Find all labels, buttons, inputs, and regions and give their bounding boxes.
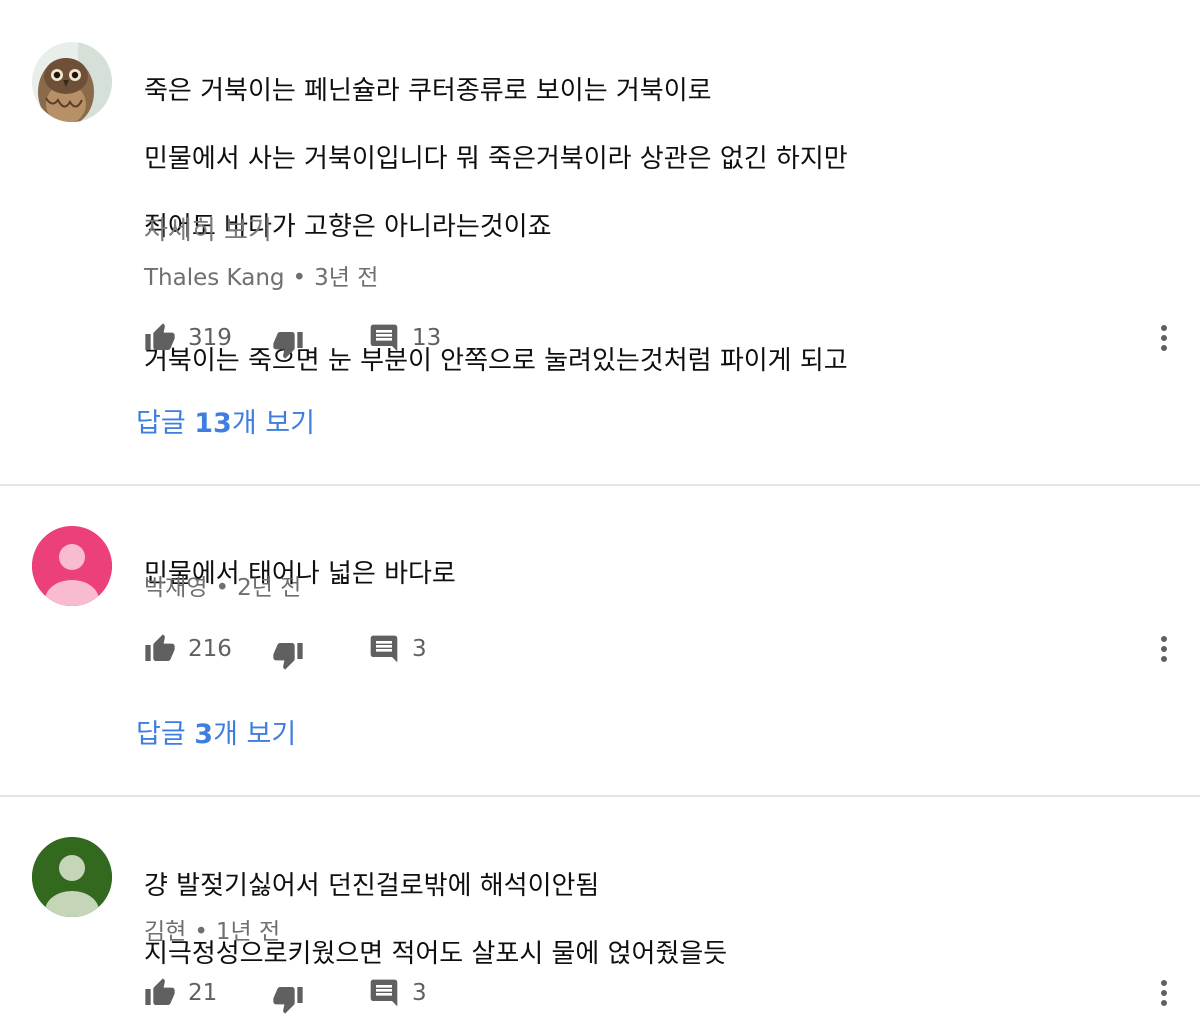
- more-actions-button[interactable]: [1144, 973, 1184, 1013]
- thumbs-down-icon: [273, 987, 303, 1014]
- owl-photo-icon: [32, 42, 112, 122]
- comment-divider: [0, 795, 1200, 797]
- meta-separator: •: [215, 575, 230, 601]
- reply-button[interactable]: 3: [368, 629, 427, 669]
- comment-icon: [370, 324, 398, 352]
- comment-text-line: 죽은 거북이는 페닌슐라 쿠터종류로 보이는 거북이로: [144, 76, 712, 106]
- comment-divider: [0, 484, 1200, 486]
- comment-meta: 김현 • 1년 전: [144, 917, 280, 947]
- comment-icon: [370, 979, 398, 1007]
- author-avatar[interactable]: [32, 837, 112, 917]
- more-actions-button[interactable]: [1144, 629, 1184, 669]
- view-replies-suffix: 개 보기: [213, 719, 297, 750]
- thumbs-up-icon: [145, 634, 175, 661]
- view-replies-prefix: 답글: [136, 408, 195, 439]
- meta-separator: •: [194, 919, 208, 945]
- comment-time[interactable]: 1년 전: [216, 919, 280, 945]
- comment-time[interactable]: 3년 전: [314, 265, 378, 291]
- more-vert-icon: [1161, 325, 1167, 351]
- author-name[interactable]: 박재영: [144, 575, 207, 601]
- like-button[interactable]: 216: [144, 629, 232, 669]
- reply-count: 3: [412, 636, 427, 662]
- read-more-link[interactable]: 자세히 보기: [144, 214, 272, 248]
- like-button[interactable]: 319: [144, 318, 232, 358]
- default-person-avatar-icon: [32, 526, 112, 606]
- view-replies-suffix: 개 보기: [231, 408, 315, 439]
- view-replies-prefix: 답글: [136, 719, 195, 750]
- comment-actions: 319 13: [144, 318, 1184, 359]
- thumbs-up-icon: [145, 978, 175, 1005]
- view-replies-link[interactable]: 답글 3개 보기: [136, 717, 296, 753]
- meta-separator: •: [292, 265, 307, 291]
- more-actions-button[interactable]: [1144, 318, 1184, 358]
- like-button[interactable]: 21: [144, 973, 217, 1013]
- dislike-button[interactable]: [272, 635, 304, 675]
- reply-button[interactable]: 13: [368, 318, 441, 358]
- like-count: 21: [188, 980, 218, 1006]
- dislike-button[interactable]: [272, 979, 304, 1019]
- author-avatar[interactable]: [32, 42, 112, 122]
- comment-actions: 216 3: [144, 629, 1184, 670]
- thumbs-down-icon: [273, 332, 303, 359]
- reply-count: 3: [412, 980, 427, 1006]
- comment-meta: Thales Kang • 3년 전: [144, 263, 378, 293]
- view-replies-count: 3: [194, 719, 214, 750]
- dislike-button[interactable]: [272, 324, 304, 364]
- view-replies-link[interactable]: 답글 13개 보기: [136, 406, 315, 442]
- reply-button[interactable]: 3: [368, 973, 427, 1013]
- comment-text-line: 걍 발젖기싫어서 던진걸로밖에 해석이안됨: [144, 871, 600, 901]
- like-count: 319: [188, 325, 232, 351]
- more-vert-icon: [1161, 980, 1167, 1006]
- like-count: 216: [188, 636, 232, 662]
- more-vert-icon: [1161, 636, 1167, 662]
- comment-text-line: 민물에서 사는 거북이입니다 뭐 죽은거북이라 상관은 없긴 하지만: [144, 144, 848, 174]
- comment-meta: 박재영 • 2년 전: [144, 573, 301, 603]
- thumbs-down-icon: [273, 643, 303, 670]
- reply-count: 13: [412, 325, 442, 351]
- author-avatar[interactable]: [32, 526, 112, 606]
- comment-time[interactable]: 2년 전: [237, 575, 301, 601]
- comment-icon: [370, 635, 398, 663]
- thumbs-up-icon: [145, 323, 175, 350]
- view-replies-count: 13: [194, 408, 232, 439]
- comment-actions: 21 3: [144, 973, 1184, 1014]
- default-person-avatar-icon: [32, 837, 112, 917]
- author-name[interactable]: Thales Kang: [144, 265, 285, 291]
- author-name[interactable]: 김현: [144, 919, 186, 945]
